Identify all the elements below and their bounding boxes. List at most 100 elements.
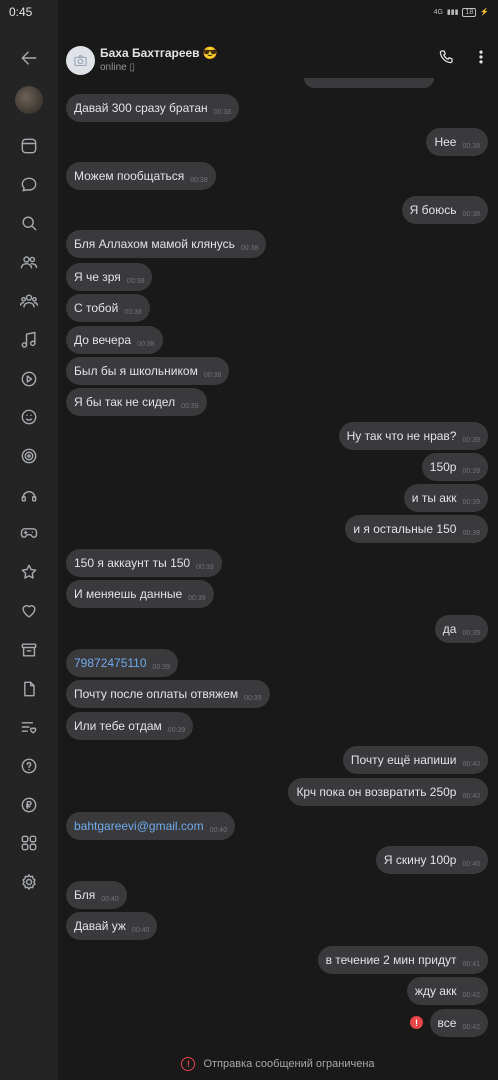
message-link[interactable]: 79872475110: [74, 656, 147, 670]
charging-icon: ⚡: [480, 9, 489, 16]
outgoing-message[interactable]: все 00:42: [429, 1009, 488, 1037]
likes-icon[interactable]: [18, 600, 40, 622]
incoming-message[interactable]: С тобой 00:38: [66, 294, 150, 322]
chat-status: online ▯: [100, 62, 135, 73]
news-icon[interactable]: [18, 135, 40, 157]
games-icon[interactable]: [18, 522, 40, 544]
profile-avatar[interactable]: [15, 86, 43, 114]
outgoing-message[interactable]: Я боюсь 00:38: [401, 196, 488, 224]
services-icon[interactable]: [18, 832, 40, 854]
lists-icon[interactable]: [18, 716, 40, 738]
sidebar: [0, 0, 58, 1080]
notice-text: Отправка сообщений ограничена: [203, 1058, 375, 1070]
message-text: Я боюсь: [409, 203, 457, 217]
incoming-message[interactable]: Почту после оплаты отвяжем 00:39: [66, 680, 270, 708]
message-text: Нее: [434, 135, 457, 149]
incoming-message[interactable]: Я че зря 00:38: [66, 263, 153, 291]
incoming-message[interactable]: Я бы так не сидел 00:39: [66, 388, 207, 416]
communities-icon[interactable]: [18, 290, 40, 312]
chat-panel: Баха Бахтгареев 😎 online ▯ Давай 300 сра…: [58, 0, 498, 1080]
message-text: Почту после оплаты отвяжем: [74, 687, 239, 701]
outgoing-message[interactable]: и я остальные 150 00:39: [345, 515, 488, 543]
outgoing-message[interactable]: да 00:39: [434, 615, 488, 643]
message-time: 00:40: [462, 860, 480, 868]
incoming-message[interactable]: Бля Аллахом мамой клянусь 00:38: [66, 230, 267, 258]
message-time: 00:39: [244, 694, 262, 702]
podcasts-icon[interactable]: [18, 484, 40, 506]
message-time: 00:38: [203, 371, 222, 379]
message-text: С тобой: [74, 301, 119, 315]
message-text: Почту ещё напиши: [350, 753, 457, 767]
incoming-message[interactable]: bahtgareevi@gmail.com 00:40: [66, 812, 236, 840]
message-time: 00:39: [167, 726, 186, 734]
message-text: Был бы я школьником: [74, 364, 198, 378]
message-time: 00:39: [196, 563, 214, 571]
help-icon[interactable]: [18, 755, 40, 777]
message-text: Можем пообщаться: [74, 169, 185, 183]
messages-icon[interactable]: [18, 174, 40, 196]
send-restricted-notice: ! Отправка сообщений ограничена: [58, 1052, 498, 1076]
outgoing-message[interactable]: Нее 00:38: [426, 128, 488, 156]
chat-header: Баха Бахтгареев 😎 online ▯: [58, 24, 498, 84]
incoming-message[interactable]: Или тебе отдам 00:39: [66, 712, 194, 740]
incoming-message[interactable]: И меняешь данные 00:39: [66, 580, 214, 608]
outgoing-message[interactable]: жду акк 00:42: [406, 977, 488, 1005]
chat-title[interactable]: Баха Бахтгареев 😎: [100, 46, 218, 60]
outgoing-message[interactable]: Ну так что не нрав? 00:39: [338, 422, 488, 450]
status-bar: 0:45 4G ▮▮▮ 18 ⚡: [0, 0, 498, 24]
message-time: 00:39: [181, 402, 199, 410]
message-time: 00:40: [462, 760, 480, 768]
message-text: и ты акк: [411, 491, 457, 505]
incoming-message[interactable]: Был бы я школьником 00:38: [66, 357, 230, 385]
send-error-icon[interactable]: !: [410, 1016, 423, 1029]
message-time: 00:40: [131, 926, 150, 934]
message-text: Или тебе отдам: [74, 719, 162, 733]
message-time: 00:42: [462, 1023, 480, 1031]
outgoing-message[interactable]: и ты акк 00:39: [403, 484, 488, 512]
documents-icon[interactable]: [18, 678, 40, 700]
back-arrow-icon[interactable]: [18, 47, 40, 69]
music-icon[interactable]: [18, 329, 40, 351]
outgoing-message[interactable]: Почту ещё напиши 00:40: [342, 746, 488, 774]
chat-avatar[interactable]: [66, 46, 95, 75]
phone-icon[interactable]: [435, 46, 457, 68]
message-time: 00:38: [137, 340, 155, 348]
message-time: 00:38: [240, 244, 259, 252]
message-text: 150р: [429, 460, 457, 474]
settings-icon[interactable]: [18, 871, 40, 893]
incoming-message[interactable]: Давай уж 00:40: [66, 912, 158, 940]
message-text: Я скину 100р: [383, 853, 457, 867]
previous-message-edge: [304, 78, 434, 88]
payments-icon[interactable]: [18, 794, 40, 816]
friends-icon[interactable]: [18, 251, 40, 273]
message-text: Я бы так не сидел: [74, 395, 176, 409]
message-text: 150 я аккаунт ты 150: [74, 556, 191, 570]
message-text: Бля: [74, 888, 96, 902]
archive-icon[interactable]: [18, 639, 40, 661]
bookmarks-icon[interactable]: [18, 561, 40, 583]
incoming-message[interactable]: 150 я аккаунт ты 150 00:39: [66, 549, 222, 577]
message-text: Ну так что не нрав?: [346, 429, 457, 443]
status-indicators: 4G ▮▮▮ 18 ⚡: [434, 7, 489, 17]
signal-icon: ▮▮▮: [446, 9, 459, 16]
target-icon[interactable]: [18, 445, 40, 467]
outgoing-message[interactable]: Крч пока он возвратить 250р 00:40: [288, 778, 488, 806]
message-text: Крч пока он возвратить 250р: [296, 785, 457, 799]
outgoing-message[interactable]: 150р 00:39: [421, 453, 488, 481]
incoming-message[interactable]: Давай 300 сразу братан 00:38: [66, 94, 240, 122]
incoming-message[interactable]: Можем пообщаться 00:38: [66, 162, 216, 190]
more-vertical-icon[interactable]: [470, 46, 492, 68]
message-time: 00:40: [462, 792, 480, 800]
search-icon[interactable]: [18, 212, 40, 234]
outgoing-message[interactable]: в течение 2 мин придут 00:41: [317, 946, 488, 974]
stickers-icon[interactable]: [18, 406, 40, 428]
message-time: 00:42: [462, 991, 480, 999]
incoming-message[interactable]: 79872475110 00:39: [66, 649, 179, 677]
video-icon[interactable]: [18, 368, 40, 390]
incoming-message[interactable]: До вечера 00:38: [66, 326, 163, 354]
incoming-message[interactable]: Бля 00:40: [66, 881, 127, 909]
message-link[interactable]: bahtgareevi@gmail.com: [74, 819, 204, 833]
camera-icon: [74, 55, 87, 67]
outgoing-message[interactable]: Я скину 100р 00:40: [375, 846, 488, 874]
message-time: 00:39: [462, 529, 480, 537]
